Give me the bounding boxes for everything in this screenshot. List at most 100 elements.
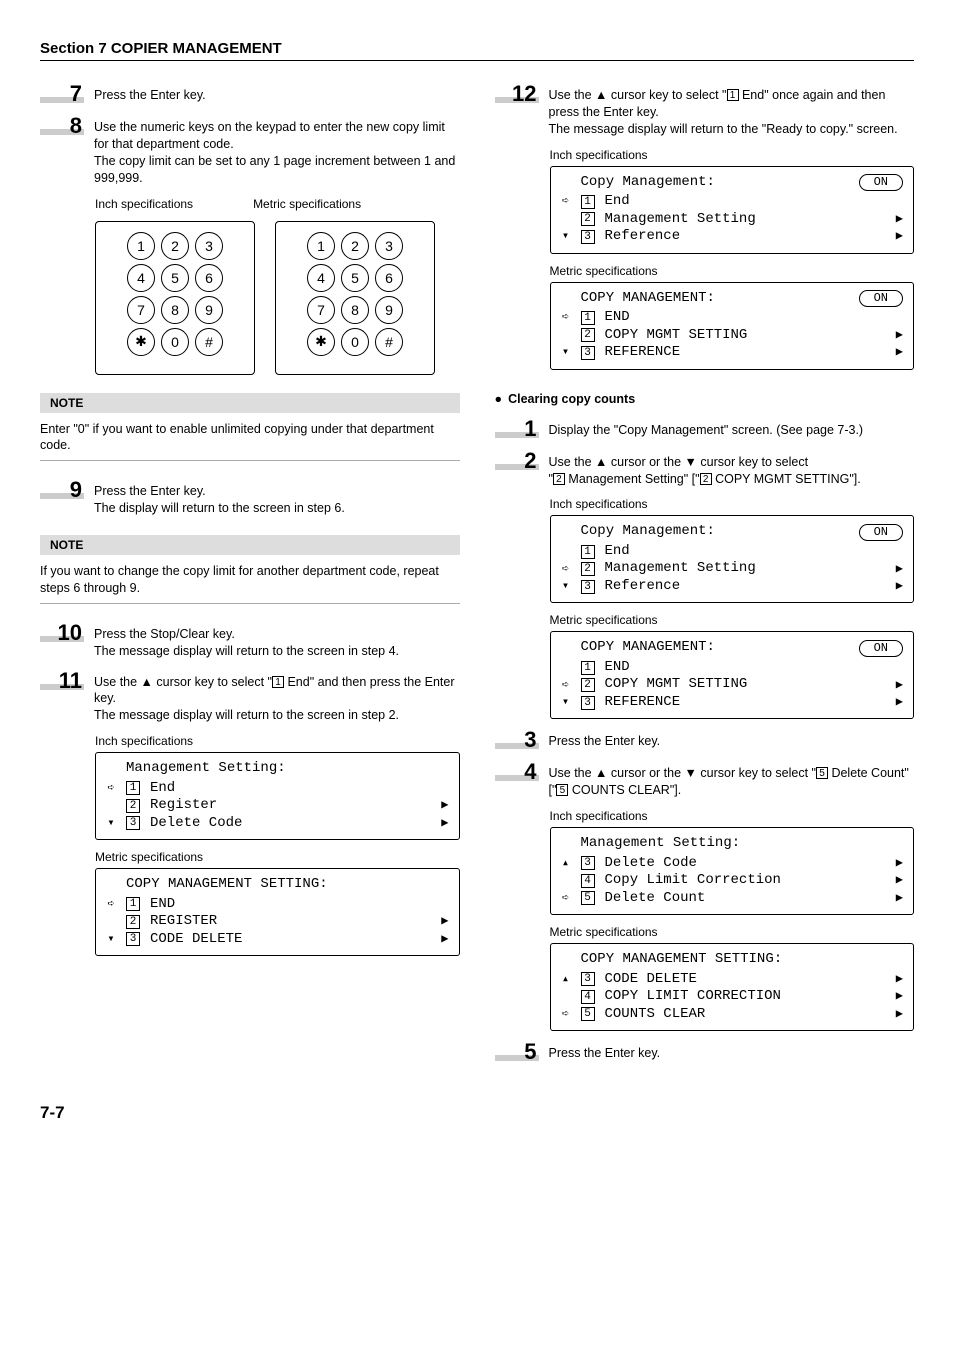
submenu-arrow-icon: ▶ bbox=[896, 562, 903, 577]
display-clear4-metric: COPY MANAGEMENT SETTING: ▴3CODE DELETE▶ … bbox=[550, 943, 915, 1031]
step-text: Use the ▲ cursor or the ▼ cursor key to … bbox=[549, 761, 915, 799]
submenu-arrow-icon: ▶ bbox=[896, 328, 903, 343]
display-step11-metric: COPY MANAGEMENT SETTING: ➪1END 2REGISTER… bbox=[95, 868, 460, 956]
cursor-right-icon: ➪ bbox=[557, 678, 575, 693]
submenu-arrow-icon: ▶ bbox=[896, 695, 903, 710]
step-12: 12 Use the ▲ cursor key to select "1 End… bbox=[495, 83, 915, 138]
page-number: 7-7 bbox=[40, 1103, 914, 1123]
submenu-arrow-icon: ▶ bbox=[896, 229, 903, 244]
step-number: 3 bbox=[495, 729, 539, 751]
submenu-arrow-icon: ▶ bbox=[441, 816, 448, 831]
cursor-right-icon: ➪ bbox=[557, 1007, 575, 1022]
clear-step-5: 5 Press the Enter key. bbox=[495, 1041, 915, 1063]
spec-inch-label: Inch specifications bbox=[550, 148, 915, 162]
submenu-arrow-icon: ▶ bbox=[896, 856, 903, 871]
on-badge: ON bbox=[859, 640, 903, 657]
spec-metric-label: Metric specifications bbox=[550, 613, 915, 627]
spec-inch-label: Inch specifications bbox=[95, 734, 460, 748]
step-number: 11 bbox=[40, 670, 84, 692]
display-step12-inch: Copy Management:ON ➪1End 2Management Set… bbox=[550, 166, 915, 254]
submenu-arrow-icon: ▶ bbox=[896, 212, 903, 227]
step-9: 9 Press the Enter key. The display will … bbox=[40, 479, 460, 517]
right-column: 12 Use the ▲ cursor key to select "1 End… bbox=[495, 83, 915, 1073]
cursor-right-icon: ➪ bbox=[557, 310, 575, 325]
step-text: Use the ▲ cursor key to select "1 End" a… bbox=[94, 670, 460, 725]
note-label: NOTE bbox=[40, 393, 460, 413]
keypad-inch: 123 456 789 ✱0# bbox=[95, 221, 255, 375]
scroll-down-icon: ▾ bbox=[102, 816, 120, 831]
cursor-right-icon: ➪ bbox=[557, 891, 575, 906]
section-title: Section 7 COPIER MANAGEMENT bbox=[40, 40, 914, 61]
scroll-down-icon: ▾ bbox=[557, 229, 575, 244]
step-text: Press the Enter key. bbox=[94, 83, 460, 104]
keypad-illustration: 123 456 789 ✱0# 123 456 789 ✱0# bbox=[95, 221, 460, 375]
clear-step-3: 3 Press the Enter key. bbox=[495, 729, 915, 751]
display-clear2-metric: COPY MANAGEMENT:ON 1END ➪2COPY MGMT SETT… bbox=[550, 631, 915, 719]
step-text: Display the "Copy Management" screen. (S… bbox=[549, 418, 915, 439]
display-step11-inch: Management Setting: ➪1End 2Register▶ ▾3D… bbox=[95, 752, 460, 840]
scroll-up-icon: ▴ bbox=[557, 856, 575, 871]
step-10: 10 Press the Stop/Clear key. The message… bbox=[40, 622, 460, 660]
left-column: 7 Press the Enter key. 8 Use the numeric… bbox=[40, 83, 460, 1073]
scroll-down-icon: ▾ bbox=[557, 579, 575, 594]
scroll-down-icon: ▾ bbox=[102, 932, 120, 947]
display-clear2-inch: Copy Management:ON 1End ➪2Management Set… bbox=[550, 515, 915, 603]
note-label: NOTE bbox=[40, 535, 460, 555]
note-text: If you want to change the copy limit for… bbox=[40, 563, 460, 597]
step-number: 12 bbox=[495, 83, 539, 105]
step-number: 9 bbox=[40, 479, 84, 501]
display-step12-metric: COPY MANAGEMENT:ON ➪1END 2COPY MGMT SETT… bbox=[550, 282, 915, 370]
cursor-right-icon: ➪ bbox=[557, 194, 575, 209]
display-clear4-inch: Management Setting: ▴3Delete Code▶ 4Copy… bbox=[550, 827, 915, 915]
step-number: 2 bbox=[495, 450, 539, 472]
submenu-arrow-icon: ▶ bbox=[896, 891, 903, 906]
step-number: 1 bbox=[495, 418, 539, 440]
step-7: 7 Press the Enter key. bbox=[40, 83, 460, 105]
submenu-arrow-icon: ▶ bbox=[896, 678, 903, 693]
cursor-right-icon: ➪ bbox=[102, 897, 120, 912]
step-text: Press the Stop/Clear key. The message di… bbox=[94, 622, 460, 660]
on-badge: ON bbox=[859, 290, 903, 307]
scroll-down-icon: ▾ bbox=[557, 345, 575, 360]
note-1: NOTE Enter "0" if you want to enable unl… bbox=[40, 393, 460, 462]
spec-metric-label: Metric specifications bbox=[550, 264, 915, 278]
keypad-metric: 123 456 789 ✱0# bbox=[275, 221, 435, 375]
step-text: Use the ▲ cursor or the ▼ cursor key to … bbox=[549, 450, 915, 488]
on-badge: ON bbox=[859, 524, 903, 541]
scroll-down-icon: ▾ bbox=[557, 695, 575, 710]
submenu-arrow-icon: ▶ bbox=[896, 873, 903, 888]
step-text: Press the Enter key. The display will re… bbox=[94, 479, 460, 517]
step-8: 8 Use the numeric keys on the keypad to … bbox=[40, 115, 460, 187]
submenu-arrow-icon: ▶ bbox=[896, 345, 903, 360]
submenu-arrow-icon: ▶ bbox=[896, 989, 903, 1004]
clear-step-2: 2 Use the ▲ cursor or the ▼ cursor key t… bbox=[495, 450, 915, 488]
step-text: Press the Enter key. bbox=[549, 1041, 915, 1062]
on-badge: ON bbox=[859, 174, 903, 191]
scroll-up-icon: ▴ bbox=[557, 972, 575, 987]
clear-step-1: 1 Display the "Copy Management" screen. … bbox=[495, 418, 915, 440]
submenu-arrow-icon: ▶ bbox=[441, 914, 448, 929]
step-11: 11 Use the ▲ cursor key to select "1 End… bbox=[40, 670, 460, 725]
keypad-inch-label: Inch specifications bbox=[95, 197, 193, 211]
submenu-arrow-icon: ▶ bbox=[896, 1007, 903, 1022]
spec-inch-label: Inch specifications bbox=[550, 809, 915, 823]
cursor-right-icon: ➪ bbox=[102, 781, 120, 796]
keypad-metric-label: Metric specifications bbox=[253, 197, 361, 211]
step-number: 5 bbox=[495, 1041, 539, 1063]
spec-inch-label: Inch specifications bbox=[550, 497, 915, 511]
submenu-arrow-icon: ▶ bbox=[896, 579, 903, 594]
subhead-clearing: Clearing copy counts bbox=[495, 392, 915, 406]
step-number: 4 bbox=[495, 761, 539, 783]
clear-step-4: 4 Use the ▲ cursor or the ▼ cursor key t… bbox=[495, 761, 915, 799]
submenu-arrow-icon: ▶ bbox=[441, 932, 448, 947]
step-text: Press the Enter key. bbox=[549, 729, 915, 750]
submenu-arrow-icon: ▶ bbox=[441, 798, 448, 813]
note-2: NOTE If you want to change the copy limi… bbox=[40, 535, 460, 604]
spec-metric-label: Metric specifications bbox=[550, 925, 915, 939]
note-text: Enter "0" if you want to enable unlimite… bbox=[40, 421, 460, 455]
step-number: 10 bbox=[40, 622, 84, 644]
step-number: 7 bbox=[40, 83, 84, 105]
submenu-arrow-icon: ▶ bbox=[896, 972, 903, 987]
spec-metric-label: Metric specifications bbox=[95, 850, 460, 864]
step-text: Use the ▲ cursor key to select "1 End" o… bbox=[549, 83, 915, 138]
